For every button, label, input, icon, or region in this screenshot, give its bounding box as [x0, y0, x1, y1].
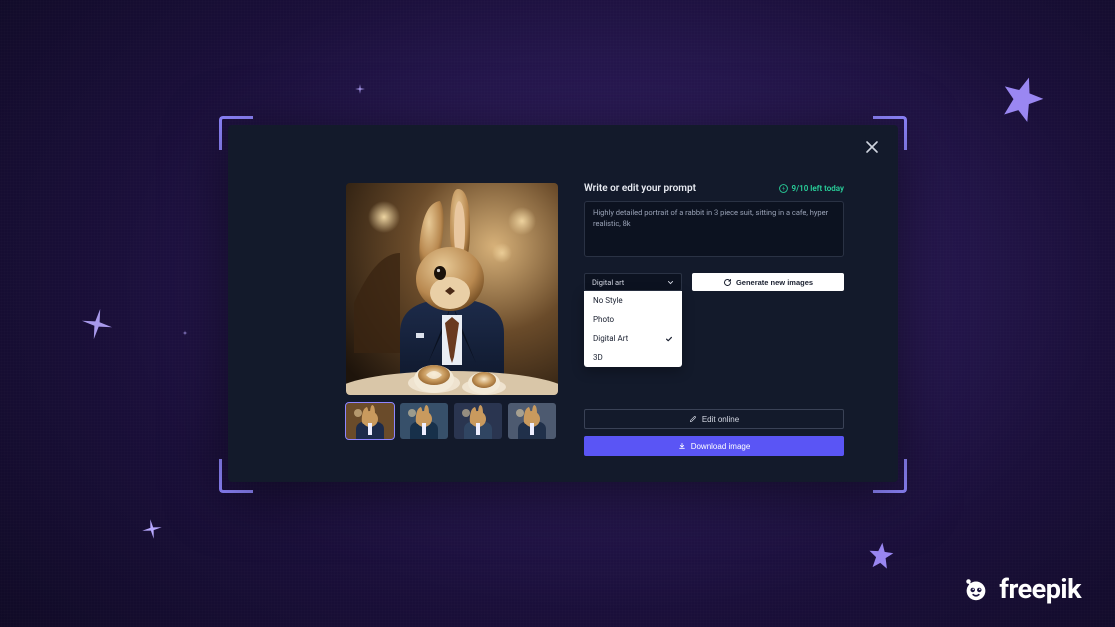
style-option[interactable]: Photo — [584, 310, 682, 329]
download-button[interactable]: Download image — [584, 436, 844, 456]
generated-image-preview[interactable] — [346, 183, 558, 395]
star-icon — [988, 65, 1056, 133]
thumbnail[interactable] — [400, 403, 448, 439]
credits-remaining: 9/10 left today — [779, 184, 844, 193]
generate-label: Generate new images — [736, 278, 813, 287]
brand-name: freepik — [999, 573, 1081, 605]
sparkle-icon — [79, 306, 116, 343]
freepik-mascot-icon — [961, 574, 991, 604]
close-button[interactable] — [864, 139, 880, 155]
edit-label: Edit online — [702, 415, 739, 424]
brand-logo: freepik — [961, 573, 1081, 605]
image-generator-modal: Write or edit your prompt 9/10 left toda… — [228, 125, 898, 482]
style-option-label: Digital Art — [593, 334, 628, 343]
preview-column — [346, 183, 558, 456]
credits-label: 9/10 left today — [792, 184, 844, 193]
edit-online-button[interactable]: Edit online — [584, 409, 844, 429]
refresh-icon — [723, 278, 732, 287]
download-icon — [678, 442, 686, 450]
sparkle-icon — [183, 331, 188, 336]
prompt-input[interactable] — [584, 201, 844, 257]
download-label: Download image — [691, 442, 751, 451]
thumbnail-strip — [346, 403, 558, 439]
style-option[interactable]: No Style — [584, 291, 682, 310]
check-icon — [665, 335, 673, 343]
thumbnail[interactable] — [508, 403, 556, 439]
thumbnail[interactable] — [454, 403, 502, 439]
style-option[interactable]: 3D — [584, 348, 682, 367]
close-icon — [864, 139, 880, 155]
style-selected-label: Digital art — [592, 278, 624, 287]
style-option-label: 3D — [593, 353, 603, 362]
bolt-icon — [779, 184, 788, 193]
style-option-label: Photo — [593, 315, 614, 324]
sparkle-icon — [141, 518, 164, 541]
style-option-label: No Style — [593, 296, 623, 305]
style-select[interactable]: Digital art — [584, 273, 682, 291]
thumbnail[interactable] — [346, 403, 394, 439]
pencil-icon — [689, 415, 697, 423]
controls-column: Write or edit your prompt 9/10 left toda… — [584, 183, 844, 456]
star-icon — [863, 538, 898, 573]
chevron-down-icon — [667, 279, 674, 286]
style-dropdown: No Style Photo Digital Art 3D — [584, 291, 682, 367]
prompt-heading: Write or edit your prompt — [584, 183, 696, 194]
sparkle-icon — [355, 84, 365, 94]
generate-button[interactable]: Generate new images — [692, 273, 844, 291]
style-option[interactable]: Digital Art — [584, 329, 682, 348]
